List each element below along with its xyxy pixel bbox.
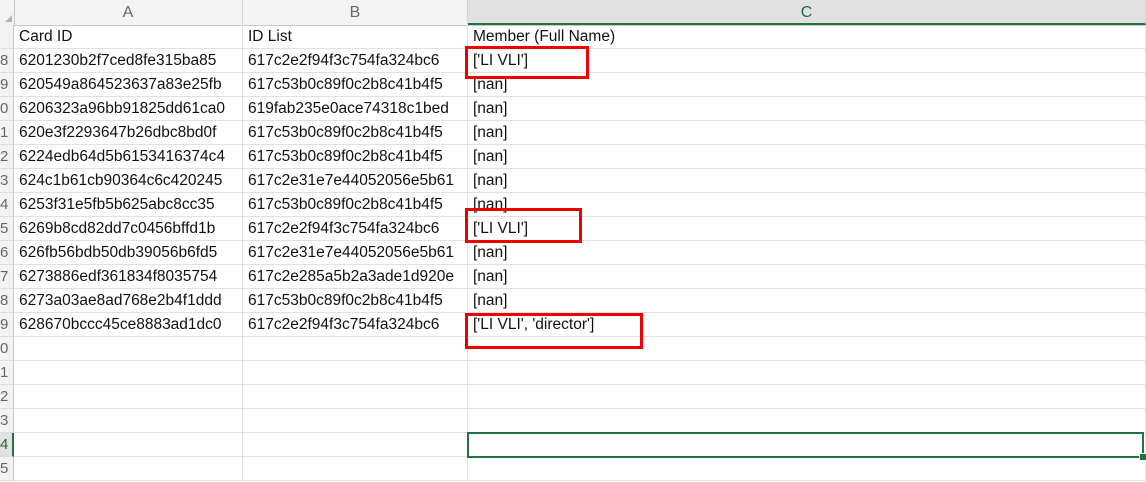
cell-c[interactable] [468, 457, 1146, 481]
cell-a[interactable]: 6201230b2f7ced8fe315ba85 [14, 49, 243, 73]
cell-b[interactable] [243, 457, 468, 481]
row-header[interactable]: 5 [0, 457, 14, 481]
selected-cell-outline[interactable] [467, 432, 1144, 458]
row-header[interactable]: 3 [0, 409, 14, 433]
cell-a[interactable]: 6224edb64d5b6153416374c4 [14, 145, 243, 169]
cell-b[interactable]: 617c53b0c89f0c2b8c41b4f5 [243, 73, 468, 97]
cell-b[interactable]: 617c2e2f94f3c754fa324bc6 [243, 217, 468, 241]
cell-b[interactable]: 617c53b0c89f0c2b8c41b4f5 [243, 193, 468, 217]
spreadsheet-grid: A B C 7Card IDID ListMember (Full Name)8… [0, 0, 1146, 482]
cell-b[interactable]: 619fab235e0ace74318c1bed [243, 97, 468, 121]
cell-a[interactable]: 6206323a96bb91825dd61ca0 [14, 97, 243, 121]
cell-a[interactable]: 628670bccc45ce8883ad1dc0 [14, 313, 243, 337]
row-header[interactable]: 6 [0, 241, 14, 265]
cell-a[interactable]: Card ID [14, 25, 243, 49]
cell-a[interactable] [14, 385, 243, 409]
cell-c[interactable] [468, 361, 1146, 385]
cell-c[interactable]: [nan] [468, 97, 1146, 121]
row-header[interactable]: 5 [0, 217, 14, 241]
red-highlight-box [465, 208, 582, 243]
cell-c[interactable]: [nan] [468, 169, 1146, 193]
cell-a[interactable] [14, 337, 243, 361]
cell-c[interactable] [468, 385, 1146, 409]
cell-b[interactable] [243, 385, 468, 409]
row-header[interactable]: 7 [0, 25, 14, 49]
row-header[interactable]: 0 [0, 97, 14, 121]
cell-c[interactable]: [nan] [468, 241, 1146, 265]
select-all-triangle-icon [5, 15, 12, 22]
cell-c[interactable]: [nan] [468, 265, 1146, 289]
cell-b[interactable] [243, 337, 468, 361]
row-header[interactable]: 4 [0, 193, 14, 217]
column-header-row: A B C [0, 0, 1146, 26]
row-header[interactable]: 3 [0, 169, 14, 193]
cell-b[interactable]: 617c53b0c89f0c2b8c41b4f5 [243, 289, 468, 313]
cell-a[interactable]: 620e3f2293647b26dbc8bd0f [14, 121, 243, 145]
row-header[interactable]: 8 [0, 49, 14, 73]
cell-a[interactable] [14, 409, 243, 433]
cell-a[interactable]: 620549a864523637a83e25fb [14, 73, 243, 97]
cell-a[interactable]: 6269b8cd82dd7c0456bffd1b [14, 217, 243, 241]
cell-c[interactable]: [nan] [468, 121, 1146, 145]
row-header[interactable]: 2 [0, 145, 14, 169]
row-header[interactable]: 0 [0, 337, 14, 361]
column-header-c[interactable]: C [468, 0, 1146, 25]
cell-a[interactable] [14, 433, 243, 457]
fill-handle[interactable] [1139, 453, 1146, 461]
cell-b[interactable]: 617c2e2f94f3c754fa324bc6 [243, 313, 468, 337]
cell-b[interactable]: 617c53b0c89f0c2b8c41b4f5 [243, 121, 468, 145]
cell-a[interactable]: 6273886edf361834f8035754 [14, 265, 243, 289]
red-highlight-box [465, 46, 589, 79]
row-header[interactable]: 1 [0, 361, 14, 385]
cell-a[interactable]: 6253f31e5fb5b625abc8cc35 [14, 193, 243, 217]
row-header[interactable]: 4 [0, 433, 14, 457]
cell-a[interactable] [14, 361, 243, 385]
row-header[interactable]: 2 [0, 385, 14, 409]
row-header[interactable]: 9 [0, 313, 14, 337]
row-header[interactable]: 9 [0, 73, 14, 97]
cell-b[interactable]: 617c2e31e7e44052056e5b61 [243, 241, 468, 265]
cell-b[interactable] [243, 433, 468, 457]
column-header-a[interactable]: A [14, 0, 243, 25]
cell-c[interactable]: [nan] [468, 145, 1146, 169]
cell-b[interactable]: 617c53b0c89f0c2b8c41b4f5 [243, 145, 468, 169]
red-highlight-box [465, 313, 643, 349]
cell-c[interactable] [468, 409, 1146, 433]
cell-a[interactable]: 626fb56bdb50db39056b6fd5 [14, 241, 243, 265]
cell-b[interactable]: 617c2e285a5b2a3ade1d920e [243, 265, 468, 289]
row-header[interactable]: 1 [0, 121, 14, 145]
cell-a[interactable] [14, 457, 243, 481]
cell-c[interactable]: [nan] [468, 289, 1146, 313]
cell-b[interactable]: 617c2e31e7e44052056e5b61 [243, 169, 468, 193]
cell-a[interactable]: 6273a03ae8ad768e2b4f1ddd [14, 289, 243, 313]
cell-b[interactable]: ID List [243, 25, 468, 49]
cell-a[interactable]: 624c1b61cb90364c6c420245 [14, 169, 243, 193]
cell-b[interactable] [243, 361, 468, 385]
cell-b[interactable]: 617c2e2f94f3c754fa324bc6 [243, 49, 468, 73]
cell-b[interactable] [243, 409, 468, 433]
row-header[interactable]: 8 [0, 289, 14, 313]
row-header[interactable]: 7 [0, 265, 14, 289]
column-header-b[interactable]: B [243, 0, 468, 25]
select-all-corner[interactable] [0, 0, 15, 25]
